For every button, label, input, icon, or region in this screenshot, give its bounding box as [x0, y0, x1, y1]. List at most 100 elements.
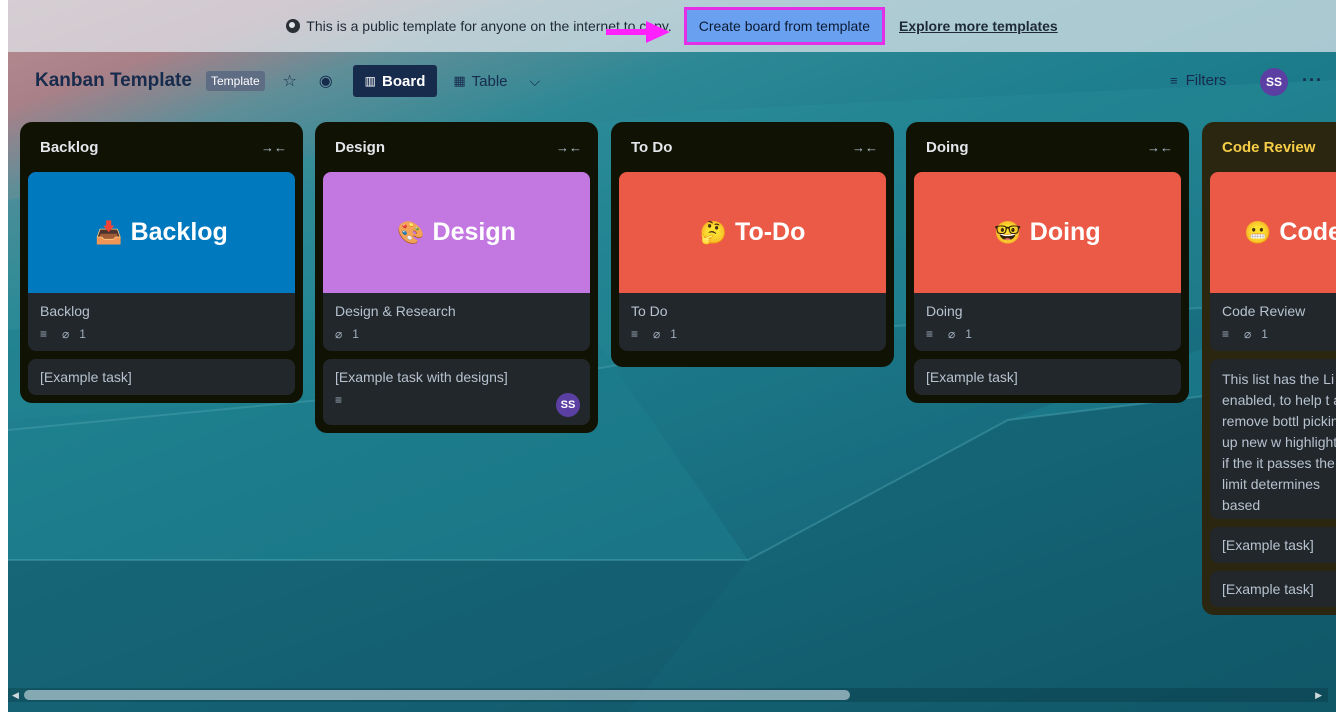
cover-text: Backlog [130, 218, 228, 246]
filter-icon: ≡ [1170, 73, 1178, 88]
card-example-task-designs[interactable]: [Example task with designs] ≡ SS [323, 359, 590, 425]
board-view-button[interactable]: ▥ Board [352, 65, 438, 97]
attachment-icon: ⌀ [335, 327, 343, 341]
card-title: Design & Research [335, 303, 456, 319]
attachment-count: 1 [1261, 327, 1268, 341]
description-icon: ≡ [631, 327, 639, 341]
description-icon: ≡ [926, 327, 934, 341]
list-header[interactable]: Doing →← [914, 122, 1181, 172]
attachment-icon: ⌀ [948, 327, 956, 341]
table-icon: ▦ [453, 73, 466, 88]
card-body: Doing ≡ ⌀ 1 [914, 293, 1181, 351]
card-badges: ≡ ⌀ 1 [40, 327, 283, 341]
filters-label: Filters [1185, 72, 1227, 89]
card-badges: ≡ [335, 393, 578, 407]
card-cover: 😬 Code [1210, 172, 1336, 293]
card-body: Design & Research ⌀ 1 [323, 293, 590, 351]
attachment-count: 1 [670, 327, 677, 341]
member-avatar[interactable]: SS [1260, 68, 1288, 96]
collapse-icon[interactable]: →← [1147, 140, 1173, 155]
description-icon: ≡ [1222, 327, 1230, 341]
description-icon: ≡ [40, 327, 48, 341]
card-title: To Do [631, 303, 668, 319]
card-example-task[interactable]: [Example task] [28, 359, 295, 395]
list-to-do: To Do →← 🤔 To-Do To Do ≡ ⌀ 1 [611, 122, 894, 367]
scroll-thumb[interactable] [24, 690, 850, 700]
list-header[interactable]: Code Review [1210, 122, 1336, 172]
card-to-do[interactable]: 🤔 To-Do To Do ≡ ⌀ 1 [619, 172, 886, 351]
card-cover: 🤓 Doing [914, 172, 1181, 293]
horizontal-scrollbar[interactable]: ◀ ▶ [8, 688, 1328, 702]
card-badges: ≡ ⌀ 1 [926, 327, 1169, 341]
card-body: Backlog ≡ ⌀ 1 [28, 293, 295, 351]
card-design[interactable]: 🎨 Design Design & Research ⌀ 1 [323, 172, 590, 351]
member-avatar[interactable]: SS [556, 393, 580, 417]
list-title[interactable]: Design [335, 139, 385, 156]
collapse-icon[interactable]: →← [556, 140, 582, 155]
card-badges: ≡ ⌀ 1 [631, 327, 874, 341]
cover-text: Code [1279, 218, 1336, 246]
description-icon: ≡ [335, 393, 343, 407]
board-view-label: Board [382, 72, 426, 90]
scroll-left-arrow-icon[interactable]: ◀ [12, 690, 19, 701]
card-doing[interactable]: 🤓 Doing Doing ≡ ⌀ 1 [914, 172, 1181, 351]
list-backlog: Backlog →← 📥 Backlog Backlog ≡ ⌀ 1 [Exam… [20, 122, 303, 403]
card-example-task[interactable]: [Example task] [914, 359, 1181, 395]
attachment-icon: ⌀ [653, 327, 661, 341]
card-body: To Do ≡ ⌀ 1 [619, 293, 886, 351]
card-example-task[interactable]: [Example task] [1210, 571, 1336, 607]
star-icon[interactable]: ☆ [281, 71, 299, 91]
list-header[interactable]: Design →← [323, 122, 590, 172]
card-backlog[interactable]: 📥 Backlog Backlog ≡ ⌀ 1 [28, 172, 295, 351]
board-title[interactable]: Kanban Template [35, 70, 192, 92]
list-code-review: Code Review 😬 Code Code Review ≡ ⌀ 1 Thi… [1202, 122, 1336, 615]
explore-more-templates-link[interactable]: Explore more templates [899, 18, 1058, 34]
list-design: Design →← 🎨 Design Design & Research ⌀ 1… [315, 122, 598, 433]
card-code-review[interactable]: 😬 Code Code Review ≡ ⌀ 1 [1210, 172, 1336, 351]
list-doing: Doing →← 🤓 Doing Doing ≡ ⌀ 1 [Example ta… [906, 122, 1189, 403]
list-header[interactable]: To Do →← [619, 122, 886, 172]
inbox-emoji-icon: 📥 [95, 219, 123, 245]
card-badges: ≡ ⌀ 1 [1222, 327, 1336, 341]
list-title[interactable]: Backlog [40, 139, 98, 156]
cover-text: To-Do [735, 218, 806, 246]
collapse-icon[interactable]: →← [261, 140, 287, 155]
board-icon: ▥ [364, 74, 377, 88]
card-title: Doing [926, 303, 963, 319]
list-title[interactable]: To Do [631, 139, 672, 156]
create-board-from-template-button[interactable]: Create board from template [683, 7, 885, 45]
table-view-button[interactable]: ▦ Table [453, 73, 507, 90]
template-badge: Template [205, 71, 265, 91]
card-title: Code Review [1222, 303, 1306, 319]
attachment-count: 1 [79, 327, 86, 341]
list-title[interactable]: Code Review [1222, 139, 1315, 156]
globe-icon [286, 19, 301, 33]
card-cover: 🤔 To-Do [619, 172, 886, 293]
board-canvas: This is a public template for anyone on … [8, 0, 1336, 712]
cover-text: Doing [1029, 218, 1101, 246]
filters-button[interactable]: ≡ Filters [1170, 72, 1226, 89]
palette-emoji-icon: 🎨 [397, 219, 425, 245]
globe-icon[interactable]: ◉ [317, 71, 335, 91]
card-wip-description[interactable]: This list has the Li enabled, to help t … [1210, 359, 1336, 519]
attachment-count: 1 [352, 327, 359, 341]
list-header[interactable]: Backlog →← [28, 122, 295, 172]
pointer-arrow-icon [606, 21, 670, 43]
card-title: Backlog [40, 303, 90, 319]
card-body: Code Review ≡ ⌀ 1 [1210, 293, 1336, 351]
card-title: [Example task with designs] [335, 369, 508, 385]
scroll-right-arrow-icon[interactable]: ▶ [1315, 690, 1322, 701]
thinking-emoji-icon: 🤔 [699, 219, 728, 245]
table-view-label: Table [471, 72, 508, 90]
attachment-icon: ⌀ [62, 327, 70, 341]
list-title[interactable]: Doing [926, 139, 969, 156]
attachment-icon: ⌀ [1244, 327, 1252, 341]
card-example-task[interactable]: [Example task] [1210, 527, 1336, 563]
collapse-icon[interactable]: →← [852, 140, 878, 155]
card-cover: 📥 Backlog [28, 172, 295, 293]
attachment-count: 1 [965, 327, 972, 341]
chevron-down-icon[interactable]: ⌵ [530, 73, 541, 90]
cover-text: Design [432, 218, 516, 246]
nerd-emoji-icon: 🤓 [994, 219, 1022, 245]
more-menu-icon[interactable]: ··· [1302, 70, 1323, 91]
